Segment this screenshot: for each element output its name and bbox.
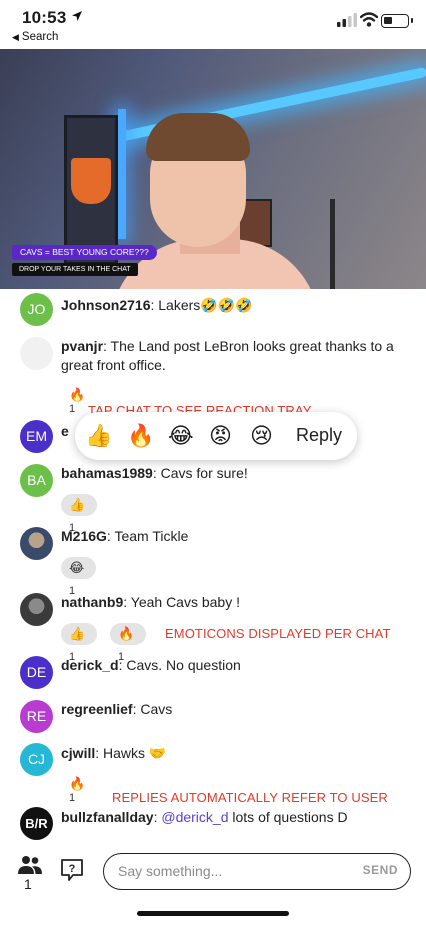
chat-line: derick_d: Cavs. No question (61, 657, 241, 673)
chat-line: pvanjr: The Land post LeBron looks great… (61, 338, 394, 373)
chat-username[interactable]: M216G (61, 528, 107, 544)
back-label: Search (21, 31, 59, 43)
avatar: CJ (20, 743, 53, 776)
back-to-search-link[interactable]: ◀ Search (12, 31, 58, 43)
chat-text: Cavs. No question (126, 657, 241, 673)
chat-line: cjwill: Hawks 🤝 (61, 745, 167, 761)
chat-list[interactable]: JO Johnson2716: Lakers🤣🤣🤣 pvanjr: The La… (0, 289, 426, 844)
cellular-signal-icon (337, 13, 357, 27)
laughing-emoji-icon: 😂 (69, 560, 85, 575)
chat-text: Team Tickle (114, 528, 189, 544)
chat-username[interactable]: e (61, 423, 69, 439)
streamer-hair (146, 113, 250, 161)
reaction-badge[interactable]: 🔥1 (110, 623, 147, 663)
annotation-replies: REPLIES AUTOMATICALLY REFER TO USER (112, 790, 388, 805)
chat-text: Yeah Cavs baby ! (130, 594, 240, 610)
chat-mention[interactable]: @derick_d (161, 809, 228, 825)
chat-text: Cavs (140, 701, 173, 717)
chat-text: The Land post LeBron looks great thanks … (61, 338, 394, 373)
avatar: RE (20, 700, 53, 733)
svg-text:?: ? (69, 863, 76, 875)
wifi-icon (360, 12, 378, 27)
chat-username[interactable]: regreenlief (61, 701, 133, 717)
location-arrow-icon (72, 11, 82, 21)
avatar: JO (20, 293, 53, 326)
reaction-badge[interactable]: 😂1 (61, 557, 97, 597)
question-chat-icon[interactable]: ? (60, 858, 84, 882)
reaction-badge[interactable]: 🔥1 (69, 776, 89, 804)
laughing-reaction-button[interactable]: 😂 (168, 422, 194, 450)
reaction-tray[interactable]: 👍 🔥 😂 😡 😢 Reply (75, 412, 357, 460)
stand (330, 199, 335, 289)
back-triangle-icon: ◀ (12, 32, 19, 42)
chat-input[interactable] (118, 861, 338, 881)
chat-line: M216G: Team Tickle (61, 528, 189, 544)
chat-line: regreenlief: Cavs (61, 701, 173, 717)
avatar: DE (20, 656, 53, 689)
chat-line: nathanb9: Yeah Cavs baby ! (61, 594, 240, 610)
fire-emoji-icon: 🔥 (69, 776, 86, 791)
chat-line: Johnson2716: Lakers🤣🤣🤣 (61, 297, 253, 313)
chat-username[interactable]: cjwill (61, 745, 95, 761)
chat-username[interactable]: bahamas1989 (61, 465, 153, 481)
people-icon[interactable] (18, 855, 42, 875)
chat-text: Hawks 🤝 (103, 745, 167, 761)
thumbs-up-emoji-icon: 👍 (69, 497, 86, 512)
angry-reaction-button[interactable]: 😡 (209, 422, 232, 450)
chat-line: bullzfanallday: @derick_d lots of questi… (61, 809, 348, 825)
send-button[interactable]: SEND (363, 863, 398, 877)
reaction-badge[interactable]: 👍1 (61, 623, 98, 663)
chat-text: lots of questions D (232, 809, 348, 825)
avatar-photo (20, 527, 53, 560)
video-caption-top: CAVS = BEST YOUNG CORE??? (12, 245, 157, 260)
reaction-badge[interactable]: 👍1 (61, 494, 98, 534)
annotation-emoticons: EMOTICONS DISPLAYED PER CHAT (165, 626, 391, 641)
status-time: 10:53 (22, 8, 67, 27)
reaction-count: 1 (69, 403, 76, 415)
neon-light-vertical (118, 109, 126, 239)
avatar: BA (20, 464, 53, 497)
avatar (20, 337, 53, 370)
reaction-badge[interactable]: 🔥1 (69, 387, 89, 415)
chat-username[interactable]: pvanjr (61, 338, 103, 354)
fire-emoji-icon: 🔥 (118, 626, 135, 641)
chat-username[interactable]: bullzfanallday (61, 809, 154, 825)
chat-username[interactable]: derick_d (61, 657, 119, 673)
avatar: EM (20, 420, 53, 453)
thumbs-up-reaction-button[interactable]: 👍 (85, 422, 112, 450)
chat-text: Cavs for sure! (160, 465, 248, 481)
fire-emoji-icon: 🔥 (69, 387, 86, 402)
wall-poster (64, 115, 118, 265)
home-indicator[interactable] (137, 911, 289, 916)
video-caption-bottom: DROP YOUR TAKES IN THE CHAT (12, 263, 138, 276)
status-bar: 10:53 ◀ Search (0, 0, 426, 48)
reaction-count: 1 (69, 792, 76, 804)
chat-line: bahamas1989: Cavs for sure! (61, 465, 248, 481)
battery-icon (381, 14, 413, 28)
viewer-count: 1 (24, 876, 32, 892)
avatar: B/R (20, 807, 53, 840)
chat-username[interactable]: nathanb9 (61, 594, 123, 610)
reply-button[interactable]: Reply (296, 425, 342, 446)
crying-reaction-button[interactable]: 😢 (250, 422, 273, 450)
chat-username[interactable]: Johnson2716 (61, 297, 150, 313)
thumbs-up-emoji-icon: 👍 (69, 626, 86, 641)
fire-reaction-button[interactable]: 🔥 (127, 422, 154, 450)
chat-text: Lakers🤣🤣🤣 (158, 297, 253, 313)
avatar-photo (20, 593, 53, 626)
chat-input-box[interactable]: SEND (103, 853, 411, 890)
